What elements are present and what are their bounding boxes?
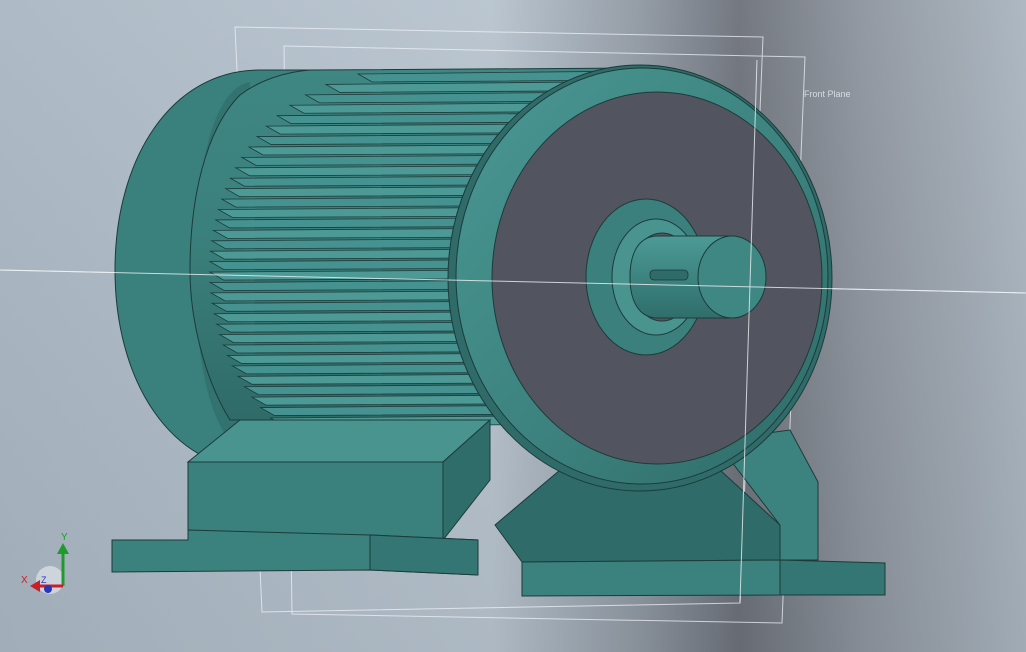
motor-shaft[interactable]	[629, 235, 767, 319]
model-view[interactable]	[0, 0, 1026, 652]
shaft-keyway	[649, 269, 689, 281]
front-plane-label[interactable]: Front Plane	[804, 89, 851, 99]
triad-x-label: X	[21, 575, 28, 586]
triad-z-label: Z	[41, 575, 47, 585]
graphics-viewport[interactable]: Front Plane X Y Z	[0, 0, 1026, 652]
triad-y-label: Y	[61, 532, 68, 543]
